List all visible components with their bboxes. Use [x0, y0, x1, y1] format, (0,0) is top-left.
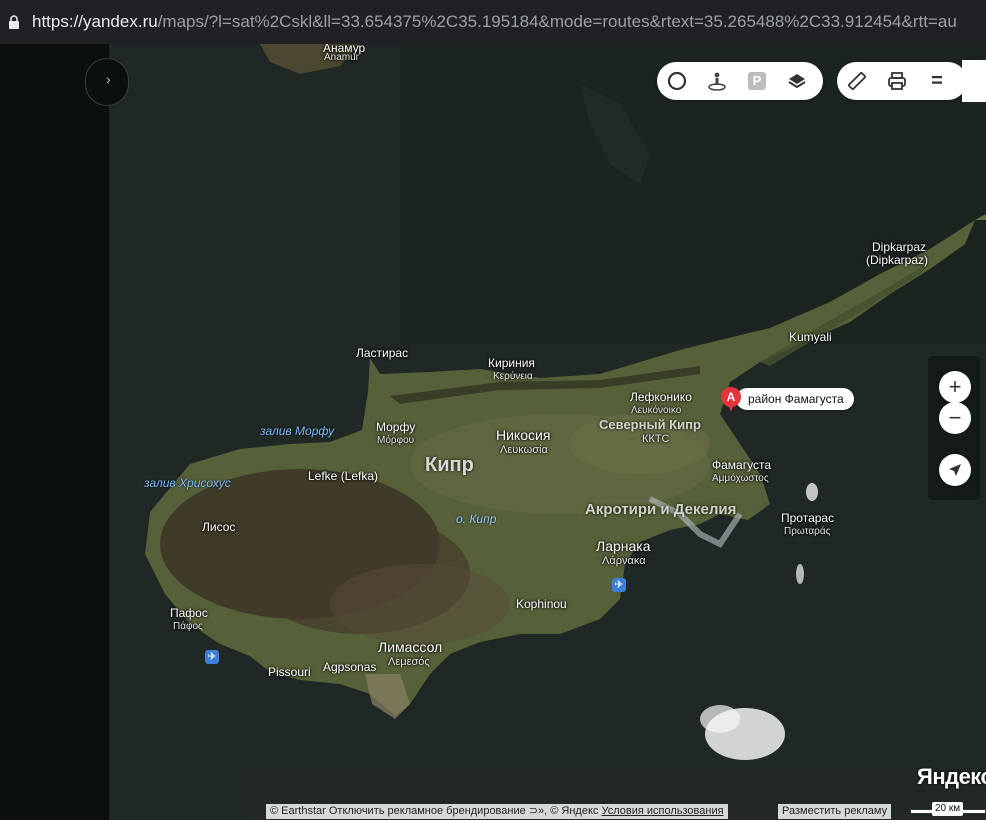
chevron-right-icon: › — [106, 71, 111, 87]
satellite-imagery — [0, 44, 986, 820]
label-pafos: Пафос — [170, 606, 208, 620]
label-pafos-sub: Πάφος — [173, 621, 203, 632]
label-limassol-sub: Λεμεσός — [388, 656, 430, 668]
yandex-logo: Яндекс — [917, 764, 986, 789]
zoom-out-button[interactable]: − — [939, 402, 971, 434]
geolocation-button[interactable] — [939, 454, 971, 486]
label-lefke: Lefke (Lefka) — [308, 469, 379, 483]
scale-label: 20 км — [932, 802, 964, 816]
zoom-control: + − — [928, 356, 980, 500]
traffic-button[interactable] — [657, 62, 697, 100]
url-host: https://yandex.ru — [32, 12, 158, 31]
label-kirinia-sub: Κερύνεια — [493, 371, 533, 382]
layers-icon — [788, 74, 806, 89]
label-larnaca: Ларнака — [596, 538, 651, 554]
copyright-line: © Earthstar Отключить рекламное брендиро… — [266, 804, 728, 819]
label-limassol: Лимассол — [378, 639, 443, 655]
disable-branding-link[interactable]: Отключить рекламное брендирование ⊃», © … — [329, 805, 599, 817]
label-anamur: Anamur — [324, 52, 360, 63]
ruler-button[interactable] — [837, 62, 877, 100]
url-path: /maps/?l=sat%2Cskl&ll=33.654375%2C35.195… — [157, 12, 957, 31]
label-lisos: Лисос — [202, 520, 236, 534]
panorama-icon — [708, 72, 726, 91]
label-nicosia-sub: Λευκωσία — [500, 444, 548, 456]
airport-icon[interactable]: ✈ — [612, 578, 626, 592]
parking-letter: P — [752, 73, 762, 88]
url-text: https://yandex.ru/maps/?l=sat%2Cskl&ll=3… — [32, 12, 957, 32]
traffic-icon — [667, 71, 687, 91]
label-lastiras: Ластирас — [356, 346, 409, 360]
scale-ruler: 20 км — [908, 801, 986, 819]
panorama-button[interactable] — [697, 62, 737, 100]
parking-icon: P — [748, 72, 766, 90]
menu-button[interactable]: = — [917, 62, 957, 100]
label-lefkoniko-sub: Λευκόνοικο — [631, 405, 682, 416]
label-chrysochou-bay: залив Хрисохус — [144, 476, 231, 490]
label-famagusta: Фамагуста — [712, 458, 771, 472]
print-button[interactable] — [877, 62, 917, 100]
location-arrow-icon — [949, 464, 961, 476]
layers-button[interactable] — [777, 62, 817, 100]
left-panel — [0, 44, 109, 820]
label-morfu-bay: залив Морфу — [260, 424, 335, 438]
label-kophinou: Kophinou — [516, 597, 567, 611]
lock-icon — [9, 15, 19, 29]
menu-icon: = — [931, 69, 943, 92]
terms-link[interactable]: Условия использования — [601, 805, 723, 817]
ruler-icon — [848, 72, 866, 90]
label-morfu-sub: Μόρφου — [377, 435, 415, 446]
label-protaras: Протарас — [781, 511, 835, 525]
zoom-in-button[interactable]: + — [939, 371, 971, 403]
label-protaras-sub: Πρωταράς — [784, 526, 831, 537]
label-island-cyprus: о. Кипр — [456, 512, 497, 526]
label-nicosia: Никосия — [496, 427, 551, 443]
label-dipkarpaz-sub: (Dipkarpaz) — [866, 253, 929, 267]
copyright-prefix: © Earthstar — [270, 805, 326, 817]
label-larnaca-sub: Λάρνακα — [602, 555, 646, 567]
route-point-label: район Фамагуста — [736, 388, 854, 410]
label-kumyali: Kumyali — [789, 330, 832, 344]
pin-a-icon: A — [721, 387, 741, 407]
label-north-cyprus-sub: ККТС — [642, 433, 670, 445]
label-cyprus: Кипр — [425, 454, 474, 476]
map-view[interactable]: › P = Анамур Anamur Dipkarpaz (Dipkarpaz… — [0, 44, 986, 820]
label-lefkoniko: Лефконико — [630, 390, 692, 404]
map-layers-toolbar: P — [657, 62, 823, 100]
tools-toolbar: = — [837, 62, 967, 100]
address-bar[interactable]: https://yandex.ru/maps/?l=sat%2Cskl&ll=3… — [0, 0, 986, 44]
label-morfu: Морфу — [376, 420, 416, 434]
airport-icon[interactable]: ✈ — [205, 650, 219, 664]
label-famagusta-sub: Αμμόχωστος — [712, 473, 769, 484]
label-kirinia: Кириния — [488, 356, 535, 370]
print-icon — [888, 72, 906, 90]
label-north-cyprus: Северный Кипр — [599, 417, 701, 432]
label-akrotiri-dekelia: Акротири и Декелия — [585, 501, 737, 518]
panel-toggle-button[interactable]: › — [85, 58, 129, 106]
advertise-link[interactable]: Разместить рекламу — [778, 804, 892, 819]
label-agrsonas: Agpsonas — [323, 660, 377, 674]
parking-button[interactable]: P — [737, 62, 777, 100]
label-pissouri: Pissouri — [268, 665, 311, 679]
toolbar-overflow — [962, 60, 986, 102]
